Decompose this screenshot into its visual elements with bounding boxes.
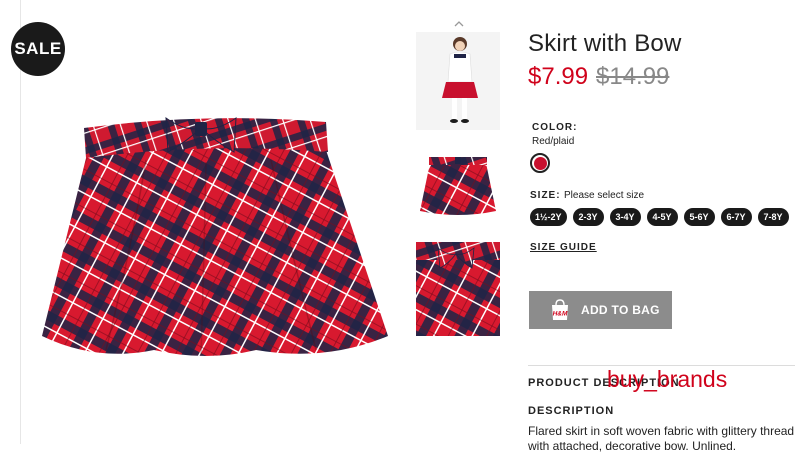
thumbnail-skirt-detail[interactable] xyxy=(416,242,500,336)
size-guide-link[interactable]: SIZE GUIDE xyxy=(530,242,597,253)
main-product-image[interactable] xyxy=(36,100,396,370)
size-option[interactable]: 5-6Y xyxy=(683,208,715,226)
original-price: $14.99 xyxy=(596,63,670,90)
size-option[interactable]: 6-7Y xyxy=(720,208,752,226)
color-label: COLOR: xyxy=(532,122,578,133)
product-title: Skirt with Bow xyxy=(528,30,682,57)
description-heading: DESCRIPTION xyxy=(528,405,615,417)
color-value: Red/plaid xyxy=(532,136,575,147)
color-swatch-fill xyxy=(533,156,547,170)
size-option[interactable]: 2-3Y xyxy=(572,208,604,226)
color-swatch-red-plaid[interactable] xyxy=(530,153,550,173)
thumbnail-skirt-front[interactable] xyxy=(416,137,500,233)
watermark-text: buy_brands xyxy=(607,366,728,392)
add-to-bag-button[interactable]: H&M ADD TO BAG xyxy=(529,291,672,329)
sale-price: $7.99 xyxy=(528,63,589,90)
bag-logo-text: H&M xyxy=(553,311,568,318)
size-option[interactable]: 4-5Y xyxy=(646,208,678,226)
add-to-bag-label: ADD TO BAG xyxy=(581,303,660,317)
size-options: 1½-2Y 2-3Y 3-4Y 4-5Y 5-6Y 6-7Y 7-8Y xyxy=(530,208,789,226)
size-option[interactable]: 7-8Y xyxy=(757,208,789,226)
size-option[interactable]: 1½-2Y xyxy=(530,208,567,226)
size-option[interactable]: 3-4Y xyxy=(609,208,641,226)
sale-badge: SALE xyxy=(11,22,65,76)
thumbnail-model[interactable] xyxy=(416,32,500,130)
shopping-bag-icon: H&M xyxy=(549,299,571,321)
chevron-up-icon[interactable] xyxy=(452,16,466,27)
size-label: SIZE: xyxy=(530,190,561,201)
description-text: Flared skirt in soft woven fabric with g… xyxy=(528,424,795,453)
size-hint: Please select size xyxy=(564,190,645,201)
